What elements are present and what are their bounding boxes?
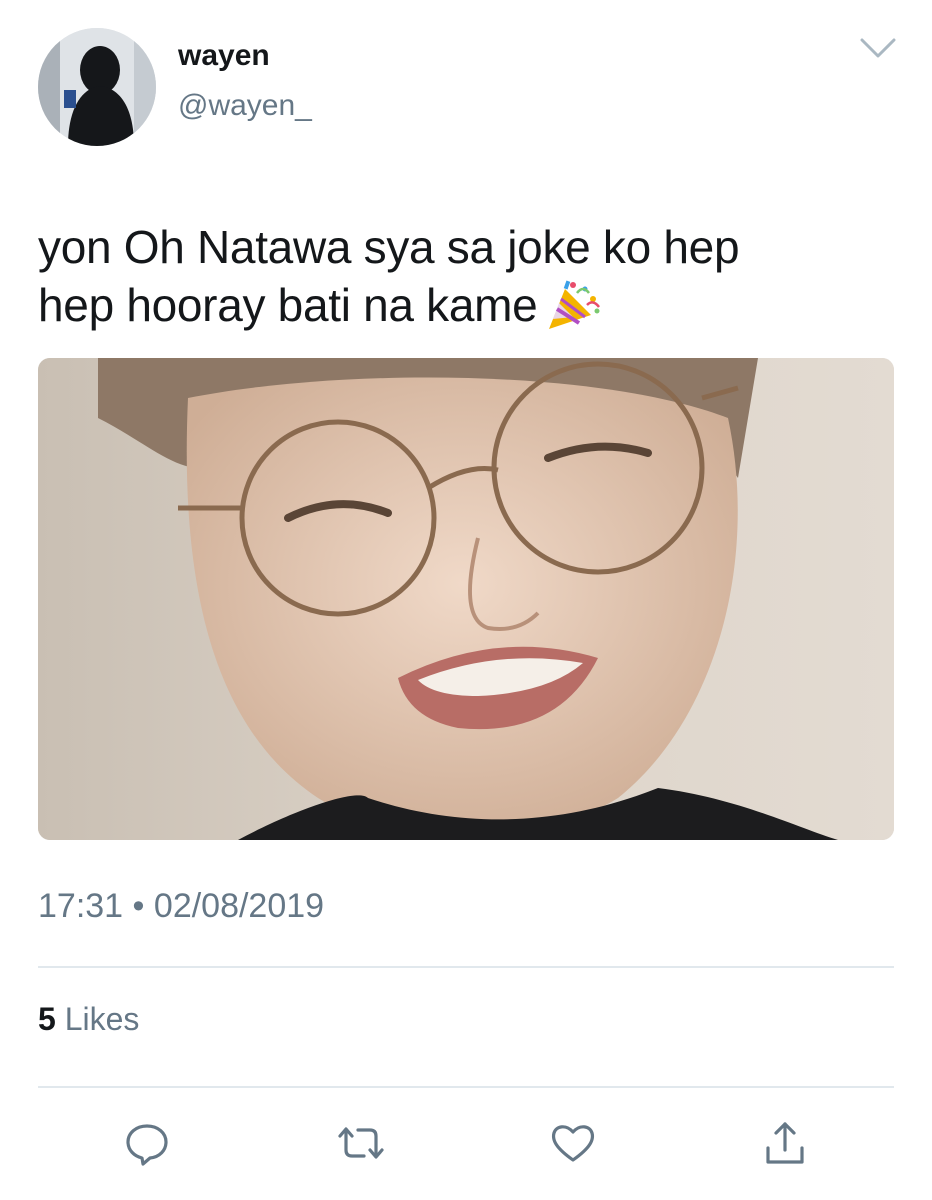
display-name[interactable]: wayen	[178, 36, 270, 76]
user-handle[interactable]: @wayen_	[178, 86, 312, 126]
retweet-icon[interactable]	[336, 1118, 386, 1168]
avatar[interactable]	[38, 28, 156, 146]
likes-label: Likes	[64, 1001, 140, 1037]
timestamp-separator: •	[132, 887, 145, 925]
reply-icon[interactable]	[122, 1118, 172, 1168]
divider	[38, 1086, 894, 1088]
divider	[38, 966, 894, 968]
party-popper-icon	[543, 279, 601, 331]
likes-count: 5	[38, 1001, 56, 1037]
tweet-date: 02/08/2019	[153, 887, 325, 925]
tweet-time: 17:31	[38, 887, 124, 925]
chevron-down-icon[interactable]	[858, 36, 898, 60]
share-icon[interactable]	[760, 1118, 810, 1168]
avatar-image	[38, 28, 156, 146]
tweet-text: yon Oh Natawa sya sa joke ko hep hep hoo…	[38, 218, 898, 334]
heart-icon[interactable]	[548, 1118, 598, 1168]
tweet-timestamp[interactable]: 17:31 • 02/08/2019	[38, 884, 324, 928]
tweet-text-line: hep hooray bati na kame	[38, 276, 898, 334]
tweet-text-line: yon Oh Natawa sya sa joke ko hep	[38, 221, 740, 273]
tweet-text-line-content: hep hooray bati na kame	[38, 279, 538, 331]
likes-stat[interactable]: 5 Likes	[38, 998, 139, 1040]
photo-image	[38, 358, 894, 840]
tweet-photo[interactable]	[38, 358, 894, 840]
